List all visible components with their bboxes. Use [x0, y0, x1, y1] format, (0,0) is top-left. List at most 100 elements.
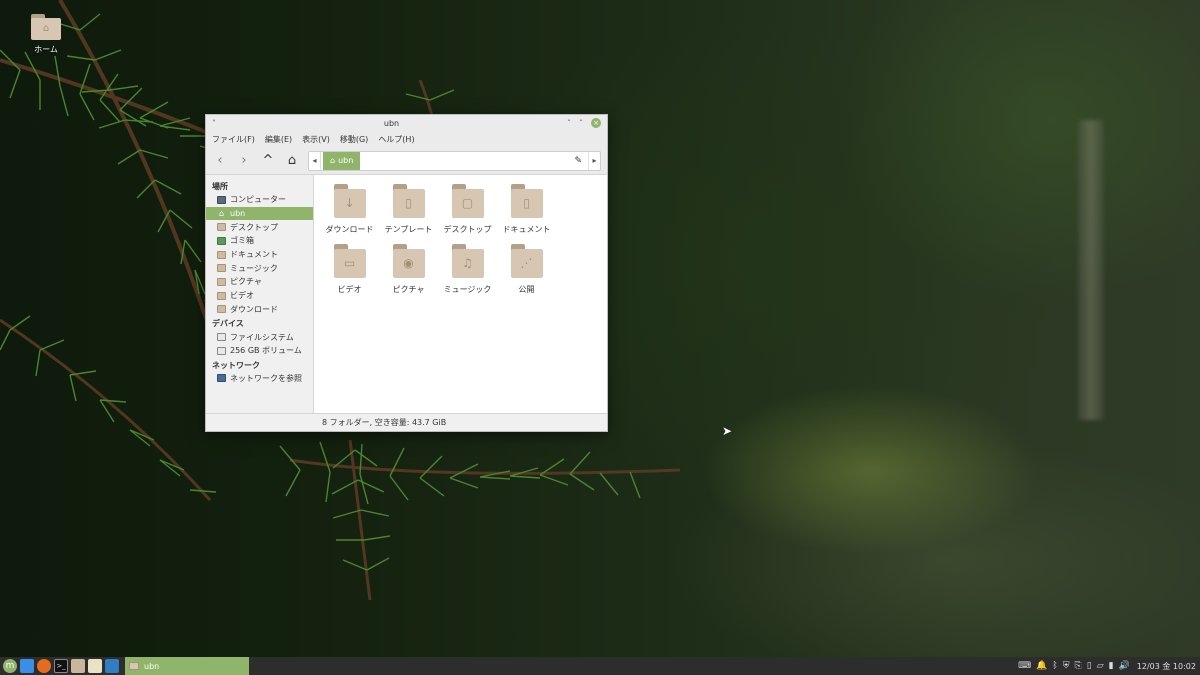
sidebar-item-label: ubn [230, 209, 246, 219]
menu-go[interactable]: 移動(G) [340, 134, 368, 145]
folder-icon [217, 264, 226, 273]
sidebar-item-label: ピクチャ [230, 277, 262, 287]
menu-file[interactable]: ファイル(F) [212, 134, 255, 145]
home-icon[interactable]: ⌂ [284, 153, 300, 168]
folder-item-templates[interactable]: ▯ テンプレート [379, 183, 438, 243]
share-folder-icon: ⋰ [510, 244, 543, 278]
sidebar-item-label: ネットワークを参照 [230, 373, 302, 383]
window-title: ubn [383, 118, 400, 128]
firefox-icon[interactable] [37, 659, 51, 673]
folder-item-desktop[interactable]: ▢ デスクトップ [438, 183, 497, 243]
chat-icon[interactable]: ▱ [1097, 661, 1104, 671]
sidebar-header-network: ネットワーク [212, 360, 260, 370]
template-folder-icon: ▯ [392, 184, 425, 218]
folder-icon [217, 291, 226, 300]
shield-icon[interactable]: ⛨ [1063, 661, 1070, 671]
home-icon: ⌂ [218, 208, 225, 218]
sidebar-item-browse-network[interactable]: ネットワークを参照 [206, 372, 313, 386]
drive-icon [217, 333, 226, 342]
folder-name: デスクトップ [443, 225, 492, 234]
sidebar-header-places: 場所 [212, 182, 228, 191]
sidebar: 場所 コンピューター ⌂ ubn デスクトップ ゴミ箱 ドキュメント ミュージッ… [206, 175, 314, 413]
sidebar-item-trash[interactable]: ゴミ箱 [206, 234, 313, 248]
sidebar-item-label: 256 GB ボリューム [230, 346, 302, 356]
back-icon[interactable]: ‹ [212, 153, 228, 168]
text-editor-icon[interactable] [88, 659, 102, 673]
sidebar-item-home[interactable]: ⌂ ubn [206, 206, 313, 221]
sidebar-item-desktop[interactable]: デスクトップ [206, 220, 313, 234]
sidebar-item-label: ドキュメント [230, 250, 278, 260]
menu-edit[interactable]: 編集(E) [265, 134, 292, 145]
notification-bell-icon[interactable]: 🔔 [1036, 661, 1047, 671]
menu-icon[interactable]: m [3, 659, 17, 673]
video-folder-icon: ▭ [333, 244, 366, 278]
folder-name: ダウンロード [325, 225, 374, 234]
menu-view[interactable]: 表示(V) [302, 134, 330, 145]
keyboard-icon[interactable]: ⌨ [1018, 661, 1031, 671]
folder-icon [217, 277, 226, 286]
close-icon[interactable]: × [591, 118, 601, 128]
remote-desktop-icon[interactable] [105, 659, 119, 673]
window-menu-icon[interactable]: ˅ [212, 119, 216, 128]
folder-item-videos[interactable]: ▭ ビデオ [320, 243, 379, 303]
edit-path-icon[interactable]: ✎ [568, 156, 588, 166]
bluetooth-icon[interactable]: ᛒ [1052, 661, 1057, 671]
folder-item-pictures[interactable]: ◉ ピクチャ [379, 243, 438, 303]
desktop-home-icon[interactable]: ⌂ ホーム [24, 14, 68, 55]
sidebar-item-pictures[interactable]: ピクチャ [206, 275, 313, 289]
forward-icon[interactable]: › [236, 153, 252, 168]
status-text: 8 フォルダー, 空き容量: 43.7 GiB [322, 418, 447, 427]
folder-name: ミュージック [443, 285, 492, 294]
maximize-icon[interactable]: ˆ [579, 119, 583, 128]
taskbar-window-label: ubn [144, 661, 160, 671]
sidebar-item-volume[interactable]: 256 GB ボリューム [206, 344, 313, 358]
update-icon[interactable]: ⎘ [1075, 661, 1082, 671]
music-folder-icon: ♫ [451, 244, 484, 278]
clock[interactable]: 12/03 金 10:02 [1137, 661, 1196, 672]
sidebar-item-label: ビデオ [230, 291, 254, 301]
folder-item-music[interactable]: ♫ ミュージック [438, 243, 497, 303]
sidebar-item-label: ゴミ箱 [230, 236, 254, 246]
sidebar-item-videos[interactable]: ビデオ [206, 289, 313, 303]
sidebar-item-downloads[interactable]: ダウンロード [206, 303, 313, 317]
mouse-cursor-icon: ➤ [722, 424, 733, 438]
minimize-icon[interactable]: ˇ [567, 119, 571, 128]
folder-icon [217, 305, 226, 314]
up-icon[interactable]: ^ [260, 153, 276, 168]
clipboard-icon[interactable]: ▯ [1087, 661, 1092, 671]
sidebar-item-computer[interactable]: コンピューター [206, 193, 313, 207]
taskbar: m >_ ubn ⌨ 🔔 ᛒ ⛨ ⎘ ▯ ▱ ▮ 🔊 12/03 金 10:02 [0, 657, 1200, 675]
toolbar: ‹ › ^ ⌂ ◂ ⌂ ubn ✎ ▸ [206, 147, 607, 175]
path-next-icon[interactable]: ▸ [588, 151, 600, 170]
sidebar-item-filesystem[interactable]: ファイルシステム [206, 330, 313, 344]
window-titlebar[interactable]: ˅ ubn ˇ ˆ × [206, 115, 607, 131]
sidebar-item-label: コンピューター [230, 195, 286, 205]
path-prev-icon[interactable]: ◂ [309, 151, 321, 170]
menu-help[interactable]: ヘルプ(H) [378, 134, 414, 145]
path-bar: ◂ ⌂ ubn ✎ ▸ [308, 150, 601, 171]
home-folder-icon: ⌂ [31, 14, 61, 40]
taskbar-window-button[interactable]: ubn [125, 657, 249, 675]
folder-item-documents[interactable]: ▯ ドキュメント [497, 183, 556, 243]
volume-icon[interactable]: 🔊 [1119, 661, 1130, 671]
terminal-icon[interactable]: >_ [54, 659, 68, 673]
sidebar-item-label: ファイルシステム [230, 332, 294, 342]
folder-name: テンプレート [384, 225, 433, 234]
file-manager-icon[interactable] [71, 659, 85, 673]
folder-item-downloads[interactable]: ↓ ダウンロード [320, 183, 379, 243]
folder-icon [129, 662, 139, 670]
status-bar: 8 フォルダー, 空き容量: 43.7 GiB [206, 413, 607, 431]
battery-icon[interactable]: ▮ [1109, 661, 1114, 671]
folder-name: 公開 [518, 285, 535, 294]
sidebar-item-music[interactable]: ミュージック [206, 261, 313, 275]
desktop-home-label: ホーム [34, 45, 58, 54]
document-folder-icon: ▯ [510, 184, 543, 218]
show-desktop-icon[interactable] [20, 659, 34, 673]
folder-item-public[interactable]: ⋰ 公開 [497, 243, 556, 303]
file-view: ↓ ダウンロード ▯ テンプレート ▢ デスクトップ ▯ ドキュメント ▭ ビデ… [314, 175, 607, 413]
sidebar-item-label: ミュージック [230, 263, 278, 273]
breadcrumb-home[interactable]: ⌂ ubn [323, 151, 361, 170]
sidebar-item-label: デスクトップ [230, 222, 278, 232]
crumb-label: ubn [338, 156, 354, 165]
sidebar-item-documents[interactable]: ドキュメント [206, 248, 313, 262]
